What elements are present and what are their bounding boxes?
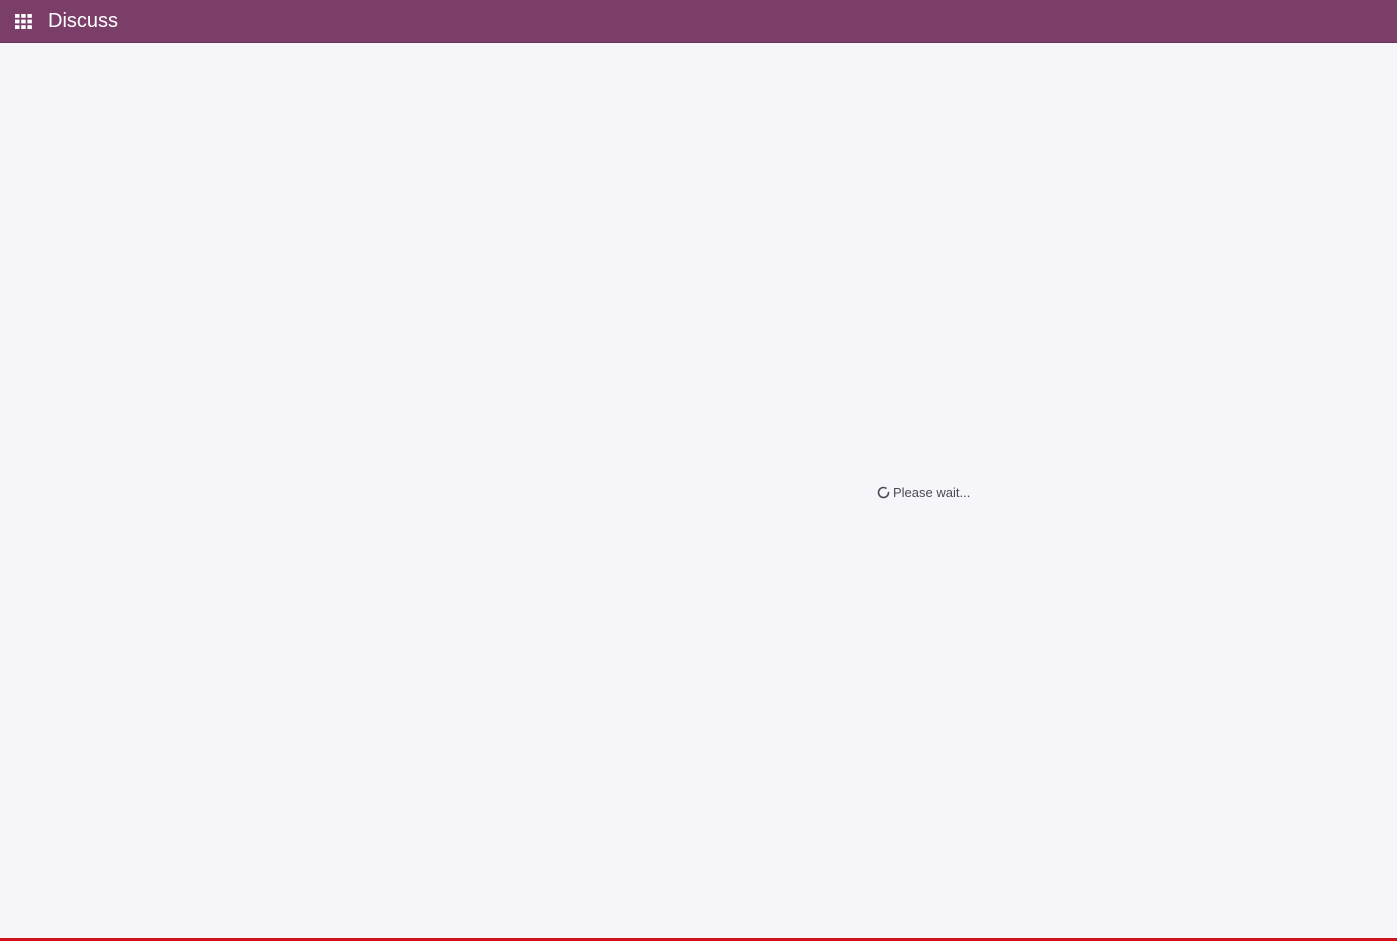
loading-indicator: Please wait... [877, 485, 970, 500]
app-title[interactable]: Discuss [48, 0, 118, 43]
apps-grid-icon [14, 13, 32, 29]
main-content [0, 44, 1397, 938]
spinner-icon [877, 486, 890, 499]
top-navbar: Discuss [0, 0, 1397, 43]
apps-menu-button[interactable] [0, 0, 46, 43]
loading-text: Please wait... [893, 485, 971, 500]
